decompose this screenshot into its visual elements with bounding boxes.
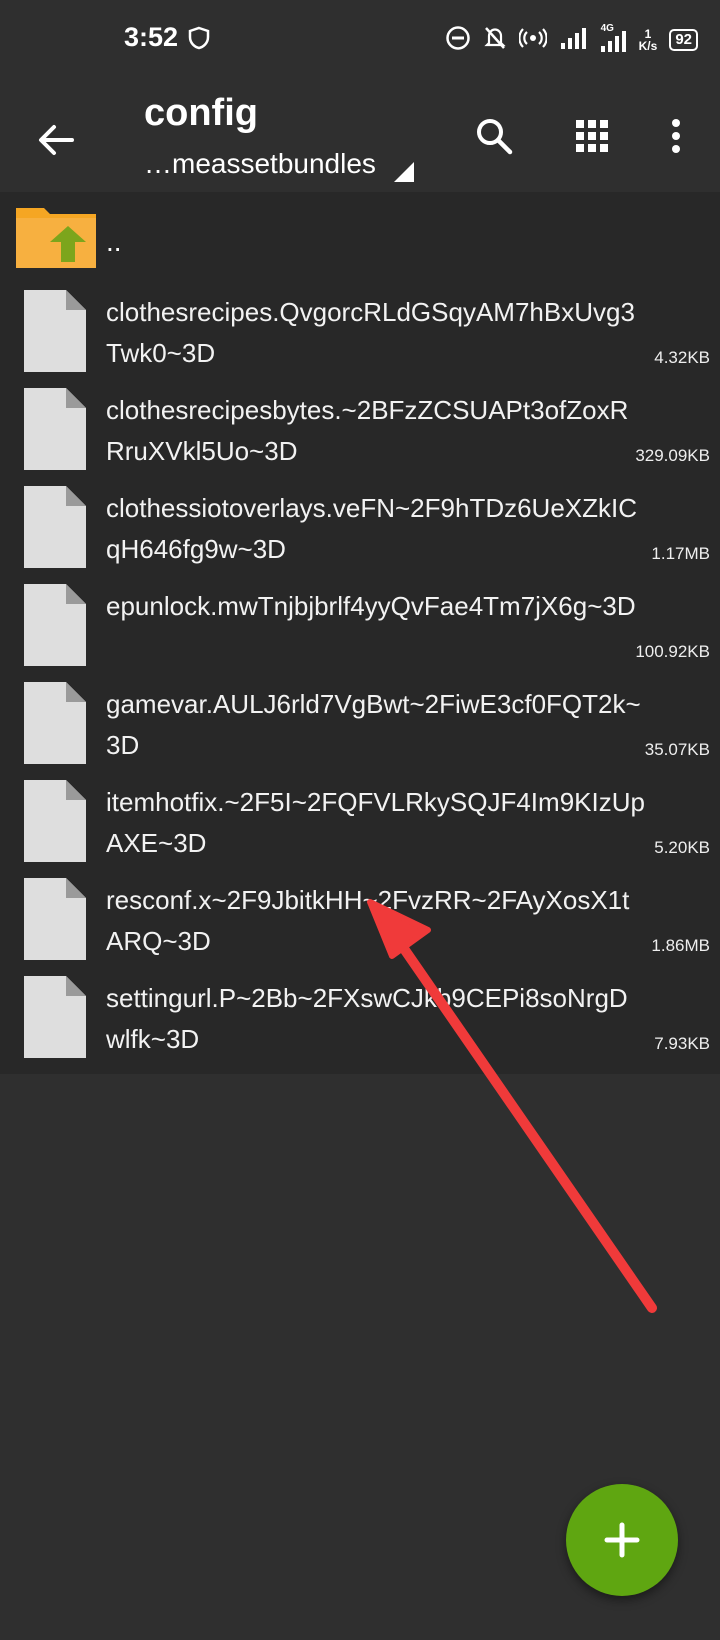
file-name: itemhotfix.~2F5I~2FQFVLRkySQJF4Im9KIzUpA… xyxy=(106,787,645,858)
file-icon xyxy=(24,878,86,960)
file-icon xyxy=(24,486,86,568)
back-button[interactable] xyxy=(32,116,80,164)
file-size: 329.09KB xyxy=(635,446,710,465)
file-size: 4.32KB xyxy=(654,348,710,367)
status-bar: 3:52 4G 1 K/s 92 xyxy=(0,0,720,82)
path-dropdown[interactable]: …meassetbundles xyxy=(144,146,414,182)
file-list: .. clothesrecipes.QvgorcRLdGSqyAM7hBxUvg… xyxy=(0,192,720,1074)
file-size: 5.20KB xyxy=(654,838,710,857)
page-title: config xyxy=(144,92,258,134)
add-fab-button[interactable] xyxy=(566,1484,678,1596)
file-size: 35.07KB xyxy=(644,740,710,759)
search-button[interactable] xyxy=(468,110,520,162)
more-vertical-icon xyxy=(672,119,680,153)
more-options-button[interactable] xyxy=(650,110,702,162)
file-icon xyxy=(24,388,86,470)
toolbar: config …meassetbundles xyxy=(0,82,720,192)
arrow-left-icon xyxy=(39,125,74,155)
file-row[interactable]: clothesrecipesbytes.~2BFzZCSUAPt3ofZoxRR… xyxy=(0,382,720,480)
parent-folder-row[interactable]: .. xyxy=(0,192,720,284)
file-name: resconf.x~2F9JbitkHH~2FvzRR~2FAyXosX1tAR… xyxy=(106,885,630,956)
file-row[interactable]: epunlock.mwTnjbjbrlf4yyQvFae4Tm7jX6g~3D … xyxy=(0,578,720,676)
shield-icon xyxy=(188,26,210,55)
path-label: …meassetbundles xyxy=(144,148,376,179)
file-row[interactable]: itemhotfix.~2F5I~2FQFVLRkySQJF4Im9KIzUpA… xyxy=(0,774,720,872)
file-row[interactable]: settingurl.P~2Bb~2FXswCJkb9CEPi8soNrgDwl… xyxy=(0,970,720,1068)
battery-indicator: 92 xyxy=(669,29,698,51)
parent-folder-label: .. xyxy=(106,226,122,257)
file-name: settingurl.P~2Bb~2FXswCJkb9CEPi8soNrgDwl… xyxy=(106,983,628,1054)
status-time: 3:52 xyxy=(124,22,179,52)
file-row[interactable]: clothesrecipes.QvgorcRLdGSqyAM7hBxUvg3Tw… xyxy=(0,284,720,382)
network-speed: 1 K/s xyxy=(638,27,658,53)
file-row[interactable]: resconf.x~2F9JbitkHH~2FvzRR~2FAyXosX1tAR… xyxy=(0,872,720,970)
file-name: epunlock.mwTnjbjbrlf4yyQvFae4Tm7jX6g~3D xyxy=(106,591,636,621)
file-icon xyxy=(24,682,86,764)
grid-view-button[interactable] xyxy=(566,110,618,162)
search-icon xyxy=(477,119,513,155)
file-size: 100.92KB xyxy=(635,642,710,661)
folder-up-icon xyxy=(16,208,96,268)
file-icon xyxy=(24,780,86,862)
file-name: clothesrecipes.QvgorcRLdGSqyAM7hBxUvg3Tw… xyxy=(106,297,635,368)
do-not-disturb-icon xyxy=(445,25,471,56)
file-size: 1.17MB xyxy=(651,544,710,563)
file-icon xyxy=(24,584,86,666)
signal-icon xyxy=(559,26,587,55)
file-name: gamevar.AULJ6rld7VgBwt~2FiwE3cf0FQT2k~3D xyxy=(106,689,641,760)
file-row[interactable]: gamevar.AULJ6rld7VgBwt~2FiwE3cf0FQT2k~3D… xyxy=(0,676,720,774)
file-size: 1.86MB xyxy=(651,936,710,955)
grid-view-icon xyxy=(576,120,608,152)
hotspot-icon xyxy=(517,26,548,55)
status-icons: 4G 1 K/s 92 xyxy=(445,23,698,56)
file-icon xyxy=(24,290,86,372)
file-size: 7.93KB xyxy=(654,1034,710,1053)
dropdown-triangle-icon xyxy=(393,162,414,182)
bell-off-icon xyxy=(483,25,507,56)
signal-4g-icon: 4G xyxy=(599,23,627,53)
plus-icon xyxy=(604,1522,640,1558)
file-icon xyxy=(24,976,86,1058)
file-name: clothesrecipesbytes.~2BFzZCSUAPt3ofZoxRR… xyxy=(106,395,629,466)
file-row[interactable]: clothessiotoverlays.veFN~2F9hTDz6UeXZkIC… xyxy=(0,480,720,578)
file-name: clothessiotoverlays.veFN~2F9hTDz6UeXZkIC… xyxy=(106,493,638,564)
